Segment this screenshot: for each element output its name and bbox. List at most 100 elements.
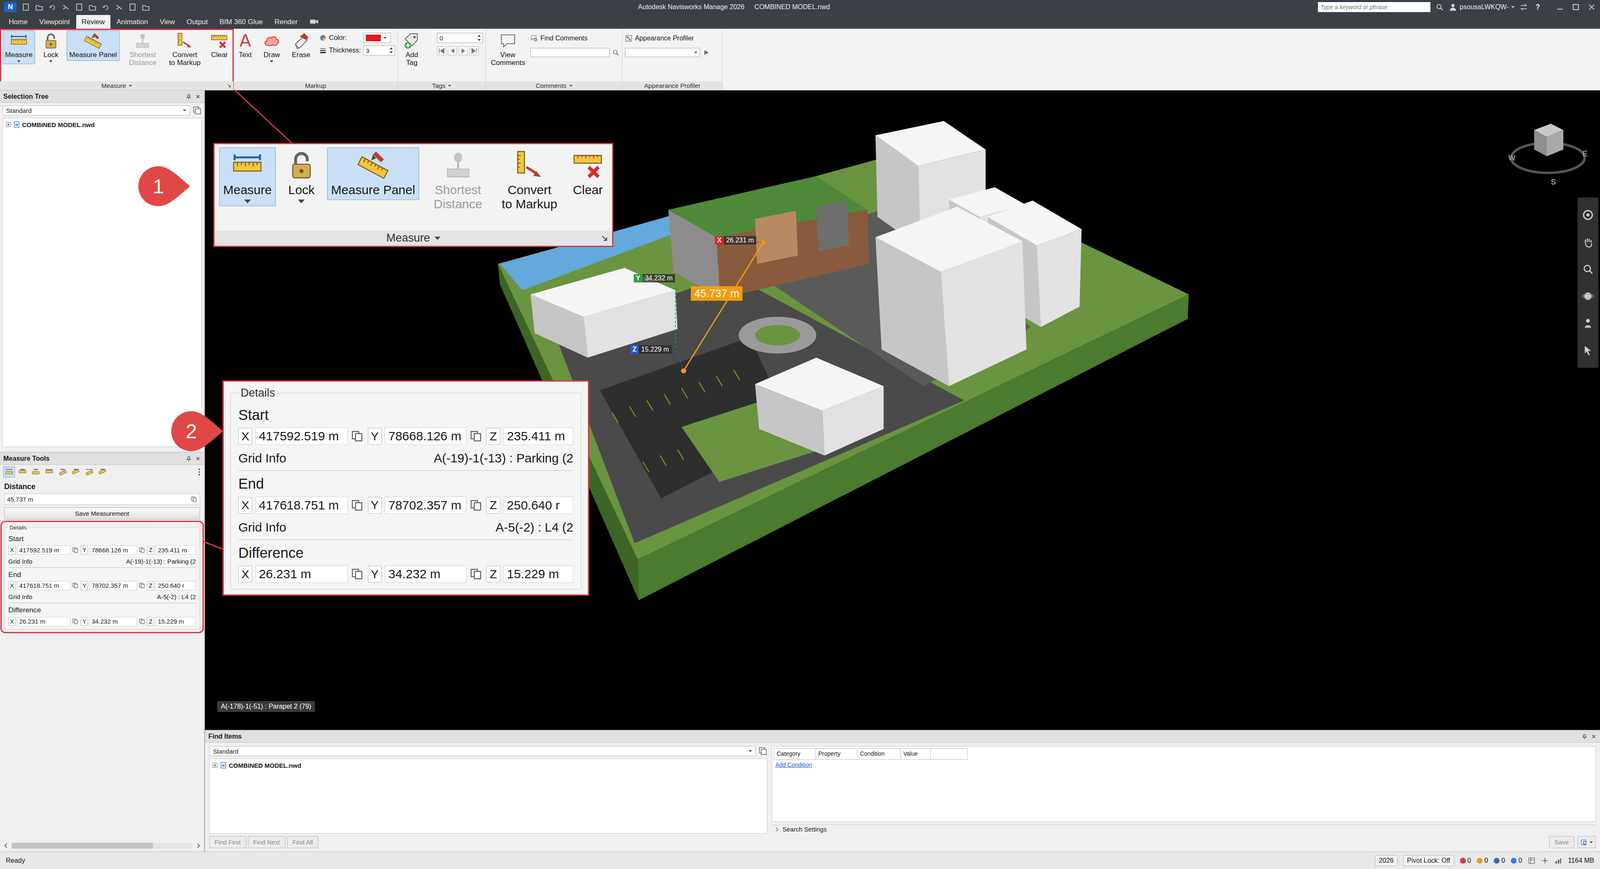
help-search-field[interactable]: Type a keyword or phrase bbox=[1317, 2, 1431, 13]
column-header[interactable]: Property bbox=[815, 748, 858, 760]
search-icon[interactable] bbox=[612, 48, 620, 57]
coordinate-value[interactable]: 250.640 r bbox=[155, 581, 196, 591]
dropdown-arrow-icon[interactable] bbox=[297, 199, 305, 204]
coordinate-value[interactable]: 15.229 m bbox=[155, 617, 196, 627]
copy-icon[interactable] bbox=[350, 430, 364, 443]
view-comments-button[interactable]: View Comments bbox=[488, 30, 528, 69]
copy-icon[interactable] bbox=[72, 618, 79, 625]
tag-id-field[interactable]: 0 bbox=[437, 32, 483, 43]
color-dropdown[interactable] bbox=[363, 32, 391, 43]
find-mode-dropdown[interactable]: Standard bbox=[209, 746, 756, 757]
panel-title[interactable]: Comments bbox=[485, 81, 623, 90]
measure-button[interactable]: Measure bbox=[219, 147, 277, 207]
pin-icon[interactable] bbox=[185, 455, 192, 462]
lock-button[interactable]: Lock bbox=[281, 147, 322, 207]
help-button[interactable]: ? bbox=[1532, 2, 1543, 12]
ribbon-tab[interactable]: Output bbox=[181, 15, 214, 29]
ribbon-tab[interactable]: BIM 360 Glue bbox=[214, 15, 269, 29]
coordinate-value[interactable]: 235.411 m bbox=[155, 545, 196, 555]
close-icon[interactable] bbox=[1587, 2, 1596, 12]
column-header[interactable]: Value bbox=[900, 748, 931, 760]
pan-icon[interactable] bbox=[1581, 235, 1595, 249]
measure-tool-button[interactable] bbox=[30, 466, 42, 478]
dropdown-arrow-icon[interactable] bbox=[128, 85, 133, 87]
tree-item[interactable]: COMBINED MODEL.nwd bbox=[5, 120, 199, 130]
expand-icon[interactable] bbox=[775, 827, 780, 832]
pivot-lock-indicator[interactable]: Pivot Lock: Off bbox=[1403, 855, 1455, 867]
message-counter[interactable]: 0 bbox=[1510, 857, 1523, 865]
copy-icon[interactable] bbox=[469, 567, 483, 581]
search-settings-expander[interactable]: Search Settings bbox=[771, 824, 1596, 834]
measure-tool-button[interactable] bbox=[83, 466, 95, 478]
text-button[interactable]: A Text bbox=[236, 30, 255, 61]
orbit-icon[interactable] bbox=[1581, 290, 1595, 303]
ribbon-tab[interactable]: Animation bbox=[111, 15, 154, 29]
comments-search-field[interactable] bbox=[530, 47, 610, 58]
exchange-icon[interactable] bbox=[1519, 2, 1528, 12]
spin-arrows-icon[interactable] bbox=[477, 33, 482, 43]
coordinate-value[interactable]: 417592.519 m bbox=[17, 545, 71, 555]
tree-item[interactable]: COMBINED MODEL.nwd bbox=[212, 760, 765, 770]
close-icon[interactable] bbox=[1590, 733, 1597, 740]
scroll-left-icon[interactable] bbox=[3, 843, 9, 849]
measure-tool-button[interactable] bbox=[43, 466, 55, 478]
next-icon[interactable] bbox=[458, 46, 468, 56]
dropdown-arrow-icon[interactable] bbox=[434, 236, 441, 240]
message-counter[interactable]: 0 bbox=[1493, 857, 1505, 865]
lock-button[interactable]: Lock bbox=[39, 30, 63, 65]
user-menu[interactable]: psousaLWKQW- bbox=[1448, 2, 1515, 12]
ribbon-tab[interactable]: Render bbox=[269, 15, 304, 29]
navigation-icon[interactable] bbox=[1541, 857, 1549, 865]
scroll-right-icon[interactable] bbox=[195, 843, 201, 849]
measure-panel-button[interactable]: Measure Panel bbox=[327, 147, 420, 201]
coordinate-value[interactable]: 417618.751 m bbox=[255, 496, 348, 515]
coordinate-value[interactable]: 235.411 m bbox=[503, 427, 574, 445]
horizontal-scrollbar[interactable] bbox=[0, 840, 205, 852]
minimize-icon[interactable] bbox=[1555, 2, 1565, 12]
view-cube-icon[interactable] bbox=[1505, 111, 1593, 195]
copy-icon[interactable] bbox=[72, 582, 79, 589]
previous-icon[interactable] bbox=[447, 46, 458, 56]
draw-button[interactable]: Draw bbox=[260, 30, 284, 65]
more-options-icon[interactable] bbox=[197, 467, 201, 477]
measure-panel-button[interactable]: Measure Panel bbox=[66, 30, 120, 61]
sheet-browser-icon[interactable] bbox=[1527, 857, 1536, 865]
measure-tool-button[interactable] bbox=[3, 466, 15, 478]
copy-icon[interactable] bbox=[72, 547, 79, 554]
thickness-field[interactable]: 3 bbox=[363, 45, 395, 56]
look-icon[interactable] bbox=[1581, 317, 1595, 330]
coordinate-value[interactable]: 15.229 m bbox=[503, 565, 574, 583]
quick-access-icon[interactable] bbox=[21, 2, 30, 12]
compass-letter[interactable]: E bbox=[1582, 149, 1588, 159]
copy-icon[interactable] bbox=[138, 618, 145, 625]
column-header[interactable]: Category bbox=[773, 748, 816, 760]
add-condition-link[interactable]: Add Condition bbox=[773, 760, 1594, 770]
search-icon[interactable] bbox=[1435, 2, 1444, 12]
quick-access-icon[interactable] bbox=[115, 2, 124, 12]
message-counter[interactable]: 0 bbox=[1460, 857, 1472, 865]
first-icon[interactable] bbox=[437, 46, 447, 56]
dropdown-arrow-icon[interactable] bbox=[244, 199, 251, 204]
find-button[interactable]: Find Next bbox=[247, 836, 286, 849]
quick-access-icon[interactable] bbox=[141, 2, 150, 12]
play-icon[interactable] bbox=[702, 48, 710, 57]
ribbon-tab[interactable]: Home bbox=[3, 15, 33, 29]
quick-access-icon[interactable] bbox=[35, 2, 44, 12]
tree-mode-dropdown[interactable]: Standard bbox=[2, 105, 190, 116]
last-icon[interactable] bbox=[469, 46, 479, 56]
profile-dropdown[interactable] bbox=[625, 47, 700, 58]
convert-to-markup-button[interactable]: Convert to Markup bbox=[165, 30, 204, 69]
coordinate-value[interactable]: 78702.357 m bbox=[89, 581, 138, 591]
clear-button[interactable]: Clear bbox=[207, 30, 231, 61]
panel-title[interactable]: Measure bbox=[214, 230, 613, 246]
quick-access-icon[interactable] bbox=[101, 2, 110, 12]
sets-icon[interactable] bbox=[192, 105, 202, 115]
copy-icon[interactable] bbox=[469, 430, 483, 443]
spin-arrows-icon[interactable] bbox=[389, 46, 394, 55]
dropdown-arrow-icon[interactable] bbox=[270, 60, 274, 63]
measure-tool-button[interactable] bbox=[96, 466, 109, 478]
column-header[interactable]: Condition bbox=[857, 748, 901, 760]
save-measurement-button[interactable]: Save Measurement bbox=[4, 507, 200, 520]
save-search-button[interactable]: Save bbox=[1549, 836, 1575, 849]
add-tag-button[interactable]: Add Tag bbox=[400, 30, 424, 69]
